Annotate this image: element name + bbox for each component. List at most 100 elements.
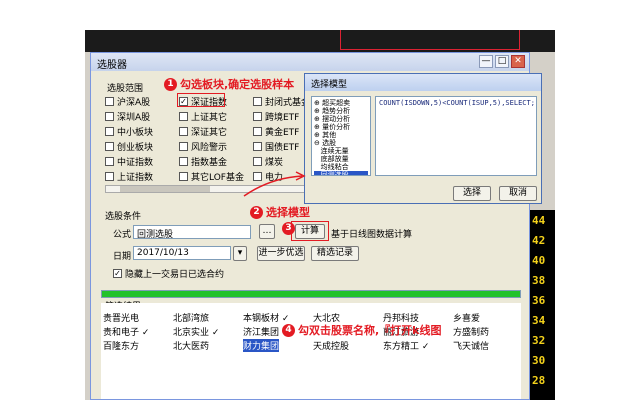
hide-previous-box[interactable]: ✓	[113, 269, 122, 278]
result-stock[interactable]: 百隆东方	[103, 339, 139, 352]
formula-browse-button[interactable]: …	[259, 224, 275, 239]
dialog-titlebar[interactable]: 选择模型	[305, 74, 541, 91]
scope-checkbox[interactable]: 风险警示	[179, 140, 227, 153]
annotation-2-text: 选择模型	[266, 206, 310, 219]
scope-checkbox-label: 深圳A股	[117, 113, 151, 123]
scope-checkbox-label: 深证其它	[191, 128, 228, 138]
scope-checkbox-box[interactable]	[179, 142, 188, 151]
scope-checkbox[interactable]: 国债ETF	[253, 140, 299, 153]
scope-checkbox[interactable]: 指数基金	[179, 155, 227, 168]
progress-fill	[102, 291, 520, 297]
annotation-4-text: 勾双击股票名称,『打开k线图	[298, 324, 442, 337]
model-tree-item[interactable]: 连续无量	[314, 147, 368, 155]
price-scale-label: 34	[532, 314, 546, 327]
result-stock[interactable]: 北部湾旅	[173, 311, 209, 324]
result-stock[interactable]: 贵晋光电	[103, 311, 139, 324]
result-stock[interactable]: 财力集团	[243, 339, 280, 352]
scope-checkbox-box[interactable]	[179, 112, 188, 121]
scope-checkbox-box[interactable]	[105, 127, 114, 136]
scope-checkbox[interactable]: 封闭式基金	[253, 95, 310, 108]
scope-checkbox-label: 创业板块	[117, 143, 154, 153]
price-scale-label: 36	[532, 294, 546, 307]
refine-button[interactable]: 进一步优选	[257, 246, 305, 261]
scope-checkbox[interactable]: 上证其它	[179, 110, 227, 123]
result-stock[interactable]: 北大医药	[173, 339, 209, 352]
result-stock[interactable]: 贵和电子 ✓	[103, 325, 149, 338]
formula-field[interactable]: 回测选股	[133, 225, 251, 239]
records-button[interactable]: 精选记录	[311, 246, 359, 261]
scope-checkbox-box[interactable]	[179, 127, 188, 136]
model-tree-item[interactable]: 底部放量	[314, 155, 368, 163]
price-scale-label: 28	[532, 374, 546, 387]
annotation-frame-top	[340, 30, 520, 50]
scope-checkbox[interactable]: 其它LOF基金	[179, 170, 244, 183]
result-stock[interactable]: 乡喜爱	[453, 311, 480, 324]
progress-bar	[101, 290, 521, 298]
minimize-button[interactable]: —	[479, 55, 493, 68]
scope-checkbox-box[interactable]	[105, 97, 114, 106]
annotation-4-number: 4	[282, 323, 295, 337]
model-tree[interactable]: ⊕ 超买超卖 ⊕ 趋势分析 ⊕ 摆动分析 ⊕ 量价分析 ⊕ 其他 ⊖ 选股 连续无量 底部…	[311, 96, 371, 176]
scope-checkbox-box[interactable]	[105, 157, 114, 166]
scope-checkbox[interactable]: 黄金ETF	[253, 125, 299, 138]
hide-previous-checkbox[interactable]: ✓ 隐藏上一交易日已选合约	[113, 267, 224, 280]
maximize-button[interactable]: □	[495, 55, 509, 68]
scope-checkbox[interactable]: 中证指数	[105, 155, 153, 168]
window-titlebar[interactable]: 选股器 — □ ✕	[91, 53, 529, 71]
model-tree-item[interactable]: ⊕ 其他	[314, 131, 368, 139]
result-stock[interactable]: 飞天诚信	[453, 339, 489, 352]
result-stock[interactable]: 北京实业 ✓	[173, 325, 219, 338]
scope-checkbox[interactable]: 沪深A股	[105, 95, 150, 108]
annotation-1-text: 勾选板块,确定选股样本	[180, 78, 295, 91]
scope-checkbox[interactable]: 跨境ETF	[253, 110, 299, 123]
price-scale-label: 40	[532, 254, 546, 267]
model-tree-item[interactable]: ⊕ 超买超卖	[314, 99, 368, 107]
price-scale-label: 42	[532, 234, 546, 247]
scope-checkbox-box[interactable]	[253, 142, 262, 151]
scope-checkbox-box[interactable]	[179, 157, 188, 166]
model-tree-item[interactable]: 均线粘合	[314, 163, 368, 171]
annotation-arrow	[243, 171, 306, 197]
scope-checkbox-box[interactable]	[105, 142, 114, 151]
result-stock[interactable]: 济江集团	[243, 325, 279, 338]
scope-checkbox[interactable]: 创业板块	[105, 140, 153, 153]
result-stock[interactable]: 天成控股	[313, 339, 349, 352]
dialog-cancel-button[interactable]: 取消	[499, 186, 537, 201]
date-field[interactable]: 2017/10/13	[133, 246, 231, 260]
highlight-shenzhen-index	[177, 93, 225, 107]
hide-previous-label: 隐藏上一交易日已选合约	[125, 270, 225, 280]
scope-checkbox-box[interactable]	[253, 112, 262, 121]
window-title: 选股器	[97, 60, 127, 71]
scope-checkbox-box[interactable]	[253, 127, 262, 136]
scope-checkbox[interactable]: 深圳A股	[105, 110, 150, 123]
model-tree-item[interactable]: ⊕ 趋势分析	[314, 107, 368, 115]
model-tree-item[interactable]: ⊕ 量价分析	[314, 123, 368, 131]
price-scale-label: 44	[532, 214, 546, 227]
price-scale-label: 32	[532, 334, 546, 347]
model-tree-item[interactable]: 回测选股	[314, 171, 368, 175]
scope-checkbox-box[interactable]	[105, 172, 114, 181]
scope-checkbox-label: 上证其它	[191, 113, 228, 123]
model-tree-item[interactable]: ⊕ 摆动分析	[314, 115, 368, 123]
scope-checkbox-box[interactable]	[253, 97, 262, 106]
dialog-ok-button[interactable]: 选择	[453, 186, 491, 201]
scope-checkbox-box[interactable]	[179, 172, 188, 181]
scope-label: 选股范围	[107, 84, 144, 94]
close-button[interactable]: ✕	[511, 55, 525, 68]
formula-code: COUNT(ISDOWN,5)<COUNT(ISUP,5),SELECT;	[375, 96, 537, 176]
scope-checkbox-box[interactable]	[105, 112, 114, 121]
result-stock[interactable]: 东方精工 ✓	[383, 339, 429, 352]
date-dropdown-button[interactable]: ▾	[233, 246, 247, 261]
scope-checkbox-label: 沪深A股	[117, 98, 151, 108]
scope-checkbox-label: 其它LOF基金	[191, 173, 244, 183]
scope-checkbox[interactable]: 深证其它	[179, 125, 227, 138]
annotation-4: 4 勾双击股票名称,『打开k线图	[282, 322, 442, 338]
scope-checkbox[interactable]: 煤炭	[253, 155, 283, 168]
annotation-2: 2 选择模型	[250, 204, 310, 220]
result-stock[interactable]: 方盛制药	[453, 325, 489, 338]
scope-checkbox[interactable]: 中小板块	[105, 125, 153, 138]
scope-checkbox-box[interactable]	[253, 157, 262, 166]
scope-checkbox-label: 煤炭	[265, 158, 284, 168]
model-tree-item[interactable]: ⊖ 选股	[314, 139, 368, 147]
scope-checkbox[interactable]: 上证指数	[105, 170, 153, 183]
